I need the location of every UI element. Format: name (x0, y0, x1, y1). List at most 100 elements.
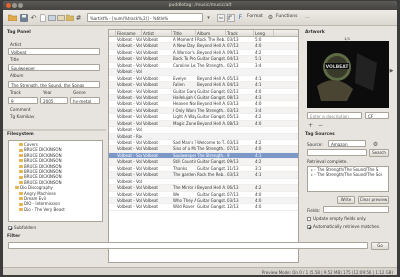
search-button[interactable]: Search (369, 149, 389, 157)
genre-value: hy-metal (73, 99, 92, 104)
subfolders-option[interactable]: Subfolders (8, 225, 36, 230)
year-field[interactable]: 2005 (40, 97, 68, 104)
filter-input[interactable] (8, 242, 368, 249)
table-cell: 03/13 (227, 101, 239, 107)
table-cell (196, 127, 226, 132)
left-splitter[interactable] (3, 129, 106, 131)
search-field[interactable] (307, 149, 367, 156)
table-cell: The Strength... (197, 62, 226, 68)
table-cell (196, 69, 226, 74)
cover-type-combo[interactable]: CF (365, 112, 389, 119)
table-cell: Caroline Leavi... (173, 62, 196, 68)
table-cell: Beyond Hell A... (197, 49, 226, 55)
table-cell (109, 89, 116, 94)
table-cell: 06/13 (227, 185, 239, 191)
file-table[interactable]: Filename Artist Title Album Track Leng Volbea… (108, 29, 299, 263)
table-cell: We (173, 191, 180, 197)
table-cell (109, 37, 116, 42)
table-cell (226, 179, 254, 184)
table-cell: Volbeat - Volb... (117, 82, 142, 88)
auto-retrieve-option[interactable]: Automatically retrieve matches. (307, 224, 380, 229)
table-cell: Volbeat - Volb... (117, 146, 142, 152)
artist-field[interactable]: Volbeat (8, 48, 100, 55)
result-item[interactable]: ▸ - The Strength/The Sound/The Soi (308, 172, 388, 177)
table-cell: 09/13 (227, 159, 239, 165)
format-button[interactable]: Format (247, 14, 263, 19)
tree-item-label: BRUCE DICKINSON (24, 179, 62, 185)
subfolders-label: Subfolders (14, 225, 37, 230)
table-cell: Guitar Gangst... (197, 88, 226, 94)
autonumber-icon[interactable]: # (73, 12, 84, 23)
table-cell (109, 153, 116, 158)
write-button[interactable]: Write (337, 196, 355, 204)
tree-item-label: BRUCE DICKINSON (24, 168, 62, 174)
table-cell: Volbeat - Volb... (117, 197, 142, 203)
artwork-description-field[interactable]: Enter a description (307, 112, 362, 119)
table-cell: Volbeat (143, 146, 159, 152)
update-empty-checkbox[interactable] (307, 216, 311, 221)
remove-artwork-icon[interactable]: − (315, 120, 326, 131)
table-cell: A New Day (173, 43, 195, 49)
genre-combo[interactable]: hy-metal (70, 97, 100, 104)
table-cell: Guitar Gangst... (197, 56, 226, 62)
table-cell (254, 134, 274, 139)
comment-value[interactable]: Tg Kamikav (10, 114, 34, 119)
status-text: Preview Mode: On 0 / 1 (5.58 | 9.52 MB) … (261, 269, 393, 275)
table-cell: Hallelujah Goat (173, 94, 196, 100)
source-combo[interactable]: Amazon (328, 140, 366, 147)
tree-item[interactable]: Dio - The Very Beast (9, 207, 102, 212)
results-list[interactable]: ▸ - The Strength/The Sound/The S ▸ - The… (307, 166, 389, 192)
table-cell: Magic Zone (173, 120, 196, 126)
tree-item-label: Angry Machines (24, 190, 56, 196)
table-cell (226, 127, 254, 132)
table-cell: Volbeat - Volb... (117, 114, 142, 120)
table-cell: Guitar Gangst... (197, 204, 226, 210)
filesystem-tree[interactable]: Covers BRUCE DICKINSON BRUCE DICKINSON BRUC… (8, 140, 103, 222)
table-cell: Volbeat (143, 94, 159, 100)
filter-go-button[interactable]: Go (371, 242, 389, 250)
table-cell: Guitar Gangst... (197, 159, 226, 165)
table-cell: Beyond Hell A... (197, 82, 226, 88)
functions-button[interactable]: Functions (276, 14, 298, 19)
open-folder-icon[interactable] (7, 12, 18, 23)
album-cover[interactable]: VOLBEAT (307, 41, 389, 108)
title-field[interactable]: Soulweeper (8, 64, 100, 71)
subfolders-checkbox[interactable] (8, 225, 12, 230)
folder-icon (19, 143, 23, 147)
column-header[interactable]: Track (226, 30, 254, 36)
format-icon[interactable]: F (235, 12, 246, 23)
functions-icon[interactable]: ⚙ (265, 12, 276, 23)
table-cell: Volbeat (143, 197, 159, 203)
table-cell (109, 140, 116, 145)
track-field[interactable]: 9 (8, 97, 38, 104)
table-cell: 4:0 (255, 191, 262, 197)
fields-input[interactable] (323, 206, 389, 213)
pattern-combo[interactable]: %artist% - [num(%track%,2)] - %title% (87, 13, 203, 22)
column-header[interactable]: Filename (116, 30, 142, 36)
table-cell: Volbeat - Volb... (117, 43, 142, 49)
table-row[interactable]: Volbeat - Volb...Volbeat Wild Rover O...G… (109, 204, 298, 211)
table-cell: 4:0 (255, 146, 262, 152)
update-empty-option[interactable]: Update empty fields only. (307, 216, 366, 221)
album-field[interactable]: The Strength, the Sound, the Songs (8, 81, 100, 88)
table-cell: Guitar Gangst... (197, 165, 226, 171)
year-label: Year (43, 90, 52, 95)
toolbar: ↶ # %artist% - [num(%track%,2)] - %title… (3, 10, 397, 26)
column-header[interactable]: Title (172, 30, 196, 36)
more-tools-icon[interactable]: ⋯ (302, 12, 313, 23)
column-header[interactable]: Artist (142, 30, 172, 36)
pattern-dropdown-icon[interactable]: ▾ (203, 12, 214, 23)
table-cell: Beyond Hell A... (197, 43, 226, 49)
auto-retrieve-checkbox[interactable] (307, 224, 311, 229)
table-cell: 04/13 (227, 56, 239, 62)
year-value: 2005 (43, 99, 54, 104)
table-cell (109, 198, 116, 203)
column-header[interactable]: Album (196, 30, 226, 36)
column-header[interactable] (109, 30, 116, 36)
column-header[interactable]: Leng (254, 30, 274, 36)
table-cell (109, 121, 116, 126)
table-cell: A Moment For... (173, 37, 196, 42)
table-cell: 11/13 (227, 165, 239, 171)
album-label: Album (10, 73, 24, 78)
clear-preview-button[interactable]: Clear preview (358, 196, 389, 204)
